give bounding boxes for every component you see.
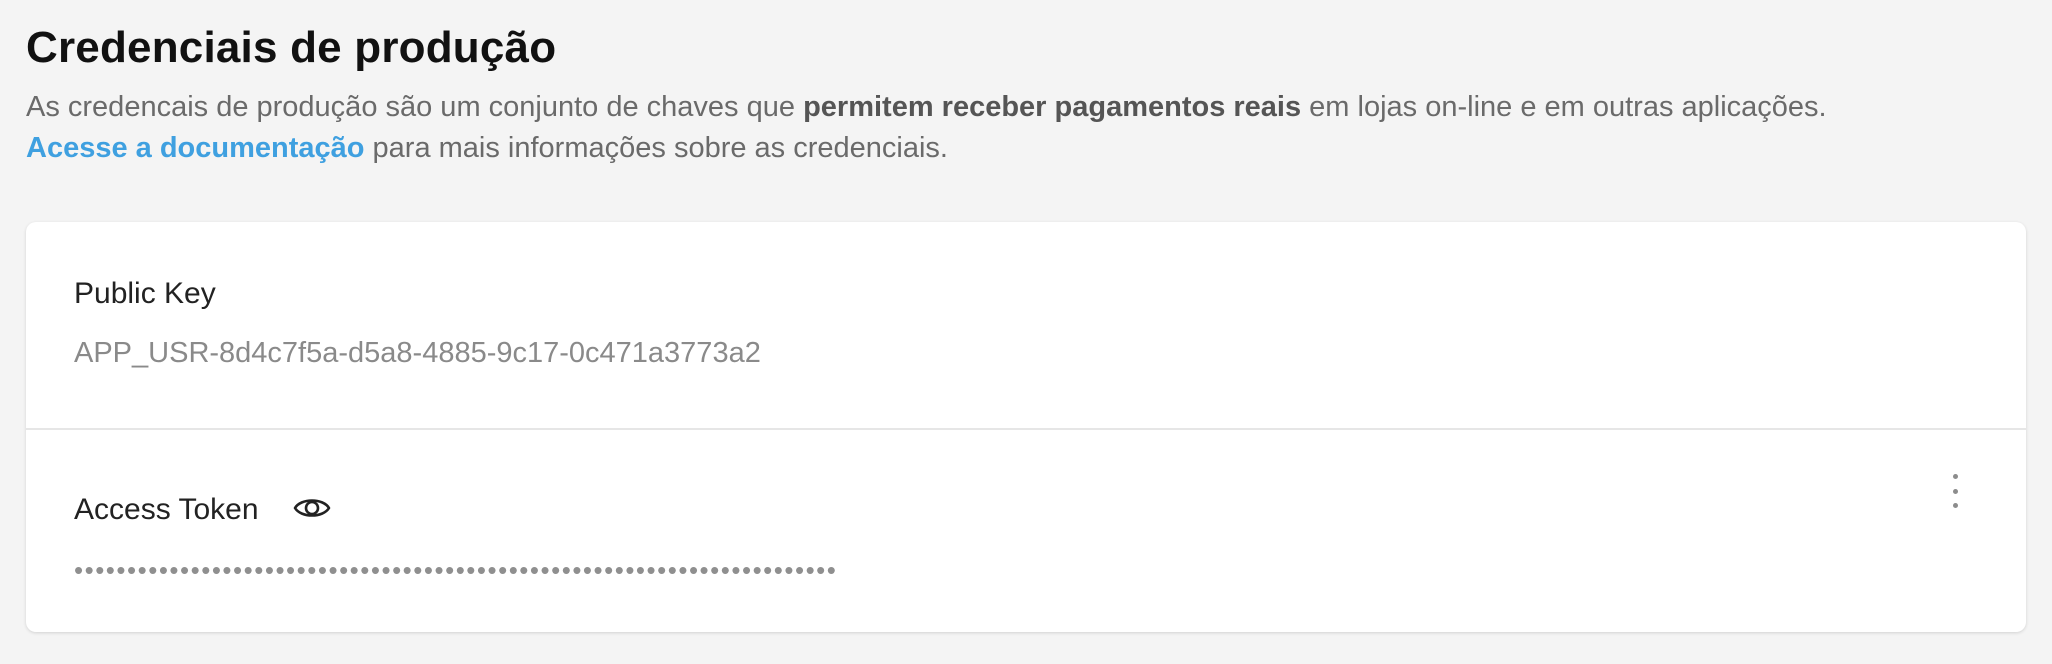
public-key-label: Public Key	[74, 277, 216, 310]
access-token-value: ••••••••••••••••••••••••••••••••••••••••…	[74, 555, 838, 585]
public-key-section: Public Key APP_USR-8d4c7f5a-d5a8-4885-9c…	[26, 222, 2026, 430]
description-text-1: As credencais de produção são um conjunt…	[26, 91, 804, 123]
more-vertical-icon[interactable]	[1940, 470, 1970, 512]
credentials-page: Credenciais de produção As credencais de…	[0, 0, 2052, 664]
credentials-card: Public Key APP_USR-8d4c7f5a-d5a8-4885-9c…	[26, 222, 2026, 632]
access-token-section: Access Token •••••••••••••••••••••••••••…	[26, 430, 2026, 632]
description-text-2: em lojas on-line e em outras aplicações.	[1301, 91, 1827, 123]
description-text-3: para mais informações sobre as credencia…	[364, 132, 948, 164]
eye-icon[interactable]	[292, 488, 332, 528]
page-title: Credenciais de produção	[26, 23, 557, 72]
public-key-value: APP_USR-8d4c7f5a-d5a8-4885-9c17-0c471a37…	[74, 337, 761, 369]
page-description: As credencais de produção são um conjunt…	[26, 87, 2026, 169]
documentation-link[interactable]: Acesse a documentação	[26, 132, 364, 164]
access-token-label: Access Token	[74, 493, 259, 526]
description-bold-text: permitem receber pagamentos reais	[803, 91, 1302, 123]
